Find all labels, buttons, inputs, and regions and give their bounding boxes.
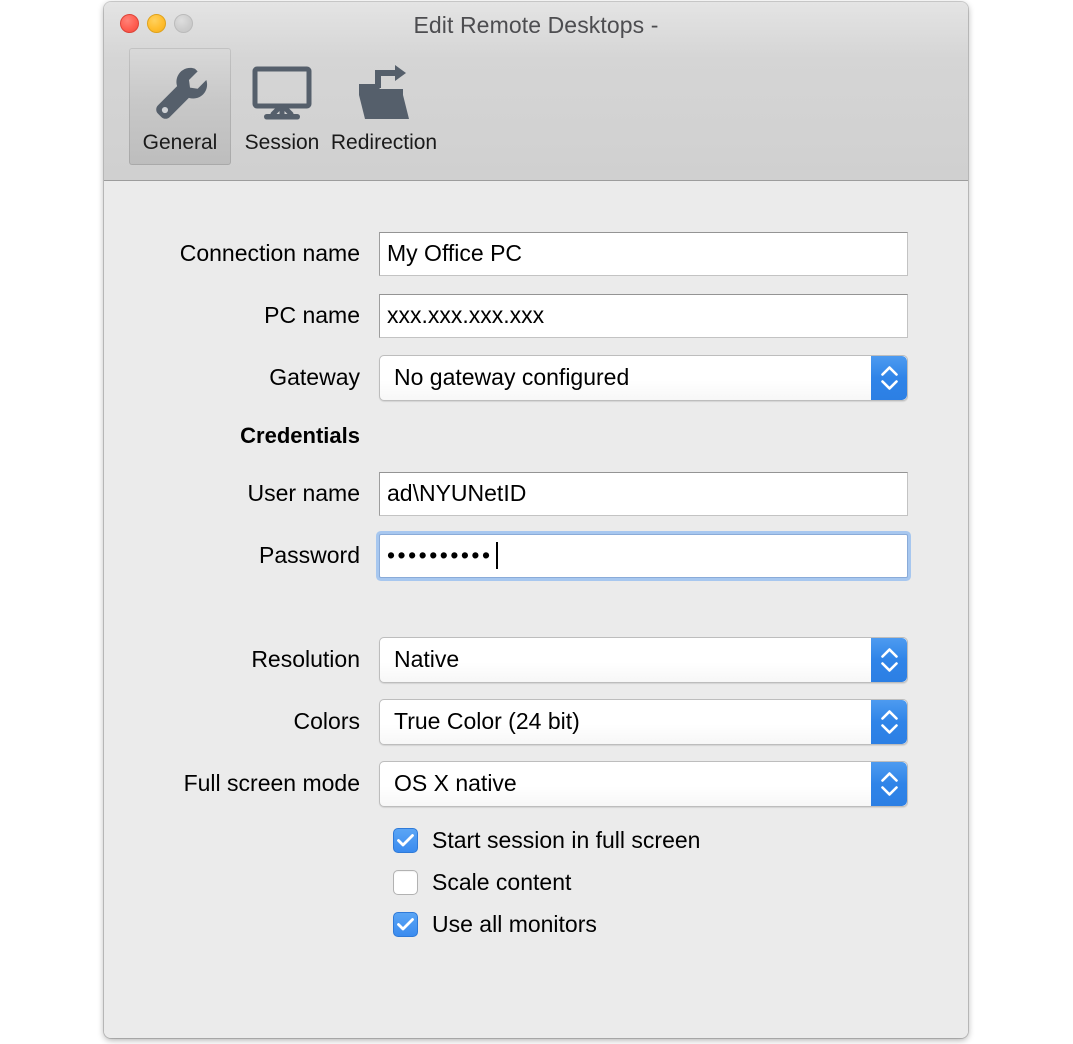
full-screen-mode-selected-value: OS X native	[394, 770, 517, 797]
full-screen-mode-stepper-icon[interactable]	[871, 762, 907, 806]
tab-session[interactable]: Session	[231, 48, 333, 165]
pc-name-field-wrap: xxx.xxx.xxx.xxx	[379, 294, 908, 338]
text-caret	[496, 542, 498, 569]
resolution-selected-value: Native	[394, 646, 459, 673]
row-password: Password ••••••••••	[104, 533, 968, 578]
colors-selected-value: True Color (24 bit)	[394, 708, 580, 735]
gateway-selected-value: No gateway configured	[394, 364, 629, 391]
resolution-label: Resolution	[104, 646, 379, 673]
folder-export-icon	[351, 58, 417, 132]
section-spacer	[104, 595, 968, 637]
start-session-full-screen-checkbox[interactable]	[393, 828, 418, 853]
user-name-label: User name	[104, 480, 379, 507]
row-resolution: Resolution Native	[104, 637, 968, 682]
window-title: Edit Remote Desktops -	[104, 12, 968, 39]
start-session-full-screen-label: Start session in full screen	[432, 827, 700, 854]
user-name-input[interactable]: ad\NYUNetID	[379, 472, 908, 516]
use-all-monitors-checkbox[interactable]	[393, 912, 418, 937]
wrench-icon	[147, 58, 213, 132]
row-colors: Colors True Color (24 bit)	[104, 699, 968, 744]
tab-general[interactable]: General	[129, 48, 231, 165]
credentials-heading: Credentials	[104, 423, 379, 449]
use-all-monitors-label: Use all monitors	[432, 911, 597, 938]
full-screen-mode-label: Full screen mode	[104, 770, 379, 797]
row-credentials-heading: Credentials	[104, 413, 968, 458]
user-name-field-wrap: ad\NYUNetID	[379, 472, 908, 516]
general-settings-pane: Connection name My Office PC PC name xxx…	[104, 181, 968, 1038]
row-full-screen-mode: Full screen mode OS X native	[104, 761, 968, 806]
password-label: Password	[104, 542, 379, 569]
gateway-label: Gateway	[104, 364, 379, 391]
colors-label: Colors	[104, 708, 379, 735]
password-field-wrap: ••••••••••	[379, 534, 908, 578]
scale-content-label: Scale content	[432, 869, 571, 896]
tab-general-label: General	[143, 132, 218, 153]
window-titlebar[interactable]: Edit Remote Desktops - General	[104, 2, 968, 181]
full-screen-mode-field-wrap: OS X native	[379, 761, 908, 807]
colors-stepper-icon[interactable]	[871, 700, 907, 744]
pc-name-label: PC name	[104, 302, 379, 329]
tab-session-label: Session	[245, 132, 320, 153]
password-masked-value: ••••••••••	[387, 544, 493, 567]
connection-name-label: Connection name	[104, 240, 379, 267]
checkbox-row-use-all-monitors[interactable]: Use all monitors	[393, 903, 968, 945]
connection-name-field-wrap: My Office PC	[379, 232, 908, 276]
gateway-field-wrap: No gateway configured	[379, 355, 908, 401]
page-root: Edit Remote Desktops - General	[0, 0, 1073, 1044]
password-input[interactable]: ••••••••••	[379, 534, 908, 578]
gateway-stepper-icon[interactable]	[871, 356, 907, 400]
monitor-icon	[249, 58, 315, 132]
colors-select[interactable]: True Color (24 bit)	[379, 699, 908, 745]
connection-name-input[interactable]: My Office PC	[379, 232, 908, 276]
row-user-name: User name ad\NYUNetID	[104, 471, 968, 516]
colors-field-wrap: True Color (24 bit)	[379, 699, 908, 745]
gateway-select[interactable]: No gateway configured	[379, 355, 908, 401]
edit-remote-desktops-window: Edit Remote Desktops - General	[104, 2, 968, 1038]
resolution-select[interactable]: Native	[379, 637, 908, 683]
checkbox-row-start-session-full-screen[interactable]: Start session in full screen	[393, 819, 968, 861]
resolution-field-wrap: Native	[379, 637, 908, 683]
scale-content-checkbox[interactable]	[393, 870, 418, 895]
tab-redirection[interactable]: Redirection	[333, 48, 435, 165]
row-pc-name: PC name xxx.xxx.xxx.xxx	[104, 293, 968, 338]
resolution-stepper-icon[interactable]	[871, 638, 907, 682]
pc-name-input[interactable]: xxx.xxx.xxx.xxx	[379, 294, 908, 338]
full-screen-mode-select[interactable]: OS X native	[379, 761, 908, 807]
row-connection-name: Connection name My Office PC	[104, 231, 968, 276]
row-gateway: Gateway No gateway configured	[104, 355, 968, 400]
toolbar-tabs: General Session	[129, 48, 435, 165]
tab-redirection-label: Redirection	[331, 132, 437, 153]
checkbox-row-scale-content[interactable]: Scale content	[393, 861, 968, 903]
